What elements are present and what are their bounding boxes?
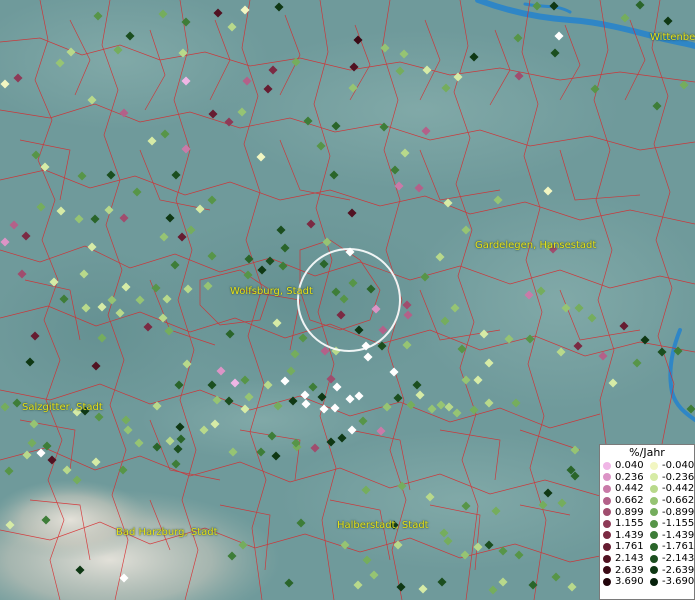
city-label-wolfsburg: Wolfsburg, Stadt xyxy=(230,286,313,297)
legend-value: -0.899 xyxy=(662,506,695,518)
legend-swatch xyxy=(650,566,658,575)
legend-value: -0.040 xyxy=(662,460,695,472)
legend-entry: -0.662 xyxy=(647,495,694,507)
legend-value: 2.639 xyxy=(615,564,644,576)
legend-swatch xyxy=(603,519,611,528)
legend-swatch xyxy=(603,577,611,586)
legend-swatch xyxy=(650,519,658,528)
legend-swatch xyxy=(650,496,658,505)
legend-value: 0.662 xyxy=(615,495,644,507)
legend-entry: 1.439 xyxy=(600,530,647,542)
legend-swatch xyxy=(650,531,658,540)
city-label-badharzburg: Bad Harzburg, Stadt xyxy=(116,527,218,538)
legend-swatch xyxy=(650,484,658,493)
legend-entry: 0.442 xyxy=(600,483,647,495)
legend-entry: 2.639 xyxy=(600,564,647,576)
legend-swatch xyxy=(603,496,611,505)
legend: %/Jahr 0.040 0.236 0.442 0.662 0.899 1.155 1.4… xyxy=(599,444,695,600)
city-label-wittenberge: Wittenberge xyxy=(650,32,695,43)
legend-value: -1.155 xyxy=(662,518,695,530)
legend-entry: 0.236 xyxy=(600,472,647,484)
legend-value: -3.690 xyxy=(662,576,695,588)
legend-entry: 3.690 xyxy=(600,576,647,588)
legend-swatch xyxy=(603,473,611,482)
legend-value: 0.899 xyxy=(615,506,644,518)
city-label-halberstadt: Halberstadt, Stadt xyxy=(337,520,429,531)
legend-swatch xyxy=(603,484,611,493)
legend-entry: 1.761 xyxy=(600,541,647,553)
map-canvas[interactable] xyxy=(0,0,695,600)
legend-swatch xyxy=(650,508,658,517)
legend-value: 3.690 xyxy=(615,576,644,588)
legend-entry: -3.690 xyxy=(647,576,694,588)
legend-entry: 0.040 xyxy=(600,460,647,472)
legend-value: 1.439 xyxy=(615,529,644,541)
legend-swatch xyxy=(650,542,658,551)
legend-value: 2.143 xyxy=(615,553,644,565)
legend-swatch xyxy=(603,554,611,563)
legend-value: -0.662 xyxy=(662,495,695,507)
legend-title: %/Jahr xyxy=(629,446,665,459)
legend-value: 0.236 xyxy=(615,471,644,483)
legend-swatch xyxy=(603,531,611,540)
legend-swatch xyxy=(603,566,611,575)
legend-value: -1.439 xyxy=(662,529,695,541)
legend-value: 1.761 xyxy=(615,541,644,553)
legend-entry: -0.040 xyxy=(647,460,694,472)
legend-swatch xyxy=(603,508,611,517)
legend-entry: -1.155 xyxy=(647,518,694,530)
legend-positive-column: 0.040 0.236 0.442 0.662 0.899 1.155 1.439 1.761… xyxy=(600,460,647,588)
legend-value: 0.040 xyxy=(615,460,644,472)
legend-entry: 1.155 xyxy=(600,518,647,530)
legend-swatch xyxy=(650,554,658,563)
legend-entry: -2.143 xyxy=(647,553,694,565)
city-label-gardelegen: Gardelegen, Hansestadt xyxy=(475,240,597,251)
legend-value: -2.639 xyxy=(662,564,695,576)
legend-value: 1.155 xyxy=(615,518,644,530)
legend-entry: -2.639 xyxy=(647,564,694,576)
legend-entry: 0.662 xyxy=(600,495,647,507)
city-label-salzgitter: Salzgitter, Stadt xyxy=(22,402,103,413)
legend-value: -1.761 xyxy=(662,541,695,553)
legend-entry: -0.442 xyxy=(647,483,694,495)
legend-swatch xyxy=(650,577,658,586)
legend-entry: -0.899 xyxy=(647,506,694,518)
legend-swatch xyxy=(603,461,611,470)
legend-entry: 0.899 xyxy=(600,506,647,518)
legend-entry: -1.761 xyxy=(647,541,694,553)
legend-entry: -0.236 xyxy=(647,472,694,484)
legend-swatch xyxy=(603,542,611,551)
legend-value: -0.442 xyxy=(662,483,695,495)
legend-entry: 2.143 xyxy=(600,553,647,565)
legend-value: 0.442 xyxy=(615,483,644,495)
legend-value: -0.236 xyxy=(662,471,695,483)
legend-negative-column: -0.040 -0.236 -0.442 -0.662 -0.899 -1.155 -1.4… xyxy=(647,460,694,588)
legend-swatch xyxy=(650,473,658,482)
legend-value: -2.143 xyxy=(662,553,695,565)
legend-entry: -1.439 xyxy=(647,530,694,542)
legend-swatch xyxy=(650,461,658,470)
